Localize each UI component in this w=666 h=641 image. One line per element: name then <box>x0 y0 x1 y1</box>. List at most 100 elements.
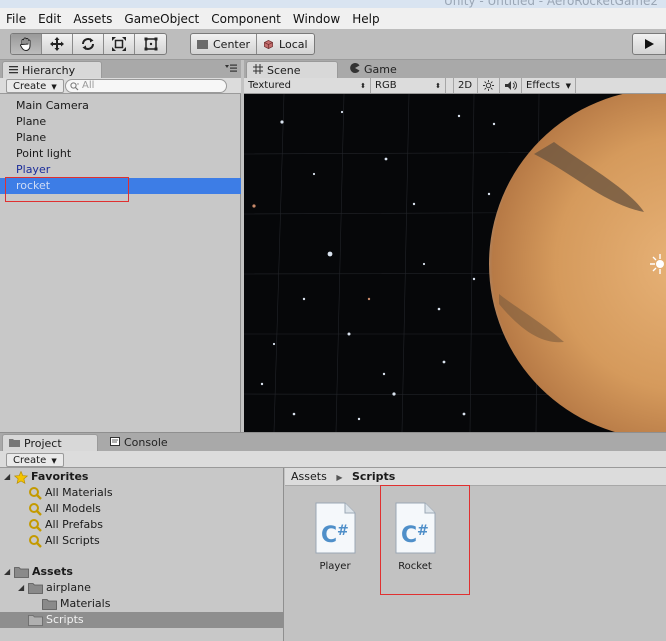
pivot-center-label: Center <box>213 37 251 51</box>
sun-icon <box>483 80 494 91</box>
updown-arrow-icon: ⬍ <box>360 81 366 90</box>
csharp-script-icon: C # <box>315 502 356 554</box>
hierarchy-create-button[interactable]: Create ▼ <box>6 79 64 93</box>
expand-arrow-icon: ◢ <box>4 567 11 576</box>
scale-icon <box>112 37 126 51</box>
hierarchy-item-plane[interactable]: Plane <box>0 114 241 130</box>
local-cube-icon <box>264 39 273 49</box>
updown-arrow-icon: ⬍ <box>435 81 441 90</box>
folder-scripts[interactable]: Scripts <box>0 612 284 628</box>
tab-game[interactable]: Game <box>344 61 403 78</box>
dropdown-arrow-icon: ▼ <box>565 81 571 90</box>
favorite-all-materials[interactable]: All Materials <box>28 485 113 501</box>
menu-edit[interactable]: Edit <box>38 12 61 26</box>
render-mode-dropdown[interactable]: RGB ⬍ <box>371 78 446 93</box>
folder-label: Materials <box>60 597 111 610</box>
hand-icon <box>20 37 31 52</box>
project-tab-bar: Project Console <box>0 433 666 451</box>
project-folder-tree: ◢ Favorites All Materials All Models All… <box>0 468 284 641</box>
svg-text:C: C <box>401 523 417 548</box>
folder-label: Scripts <box>46 613 84 626</box>
asset-label: Rocket <box>398 561 432 572</box>
breadcrumb-arrow-icon: ▶ <box>336 473 343 482</box>
transform-tools <box>10 33 167 55</box>
favorites-section[interactable]: ◢ Favorites <box>4 469 88 485</box>
toolbar-spacer <box>446 78 454 93</box>
2d-toggle-label: 2D <box>458 79 473 91</box>
menu-help[interactable]: Help <box>352 12 379 26</box>
project-panel: Project Console Create ▼ ◢ Favorites All… <box>0 432 666 641</box>
audio-toggle[interactable] <box>500 78 522 93</box>
hierarchy-search-input[interactable]: All <box>65 79 227 93</box>
tab-console[interactable]: Console <box>104 434 174 451</box>
svg-text:C: C <box>321 523 337 548</box>
grid-icon <box>253 63 263 77</box>
window-title-bar: Unity - Untitled - AeroRocketGame2 <box>0 0 666 8</box>
play-icon <box>645 39 654 49</box>
effects-dropdown[interactable]: Effects ▼ <box>522 78 576 93</box>
menu-component[interactable]: Component <box>211 12 281 26</box>
move-tool-button[interactable] <box>42 34 73 54</box>
tab-hierarchy[interactable]: Hierarchy <box>2 61 102 78</box>
speaker-icon <box>504 81 517 90</box>
hand-tool-button[interactable] <box>11 34 42 54</box>
hierarchy-item-player[interactable]: Player <box>0 162 241 178</box>
tab-game-label: Game <box>364 63 397 76</box>
menu-bar: File Edit Assets GameObject Component Wi… <box>0 8 666 29</box>
rotate-tool-button[interactable] <box>73 34 104 54</box>
pacman-icon <box>350 63 360 76</box>
favorite-all-scripts[interactable]: All Scripts <box>28 533 100 549</box>
menu-file[interactable]: File <box>6 12 26 26</box>
scale-tool-button[interactable] <box>104 34 135 54</box>
hierarchy-item-point-light[interactable]: Point light <box>0 146 241 162</box>
list-icon <box>9 64 18 77</box>
scene-tab-bar: Scene Game <box>244 60 666 78</box>
breadcrumb-scripts[interactable]: Scripts <box>352 470 395 483</box>
menu-assets[interactable]: Assets <box>73 12 112 26</box>
search-filter-icon <box>29 535 42 548</box>
asset-player-script[interactable]: C # Player <box>303 502 367 572</box>
menu-gameobject[interactable]: GameObject <box>124 12 199 26</box>
hierarchy-panel: Hierarchy Create ▼ All Main Camera Plane… <box>0 60 241 432</box>
panel-menu-icon[interactable] <box>225 64 237 77</box>
tab-console-label: Console <box>124 436 168 449</box>
project-create-button[interactable]: Create ▼ <box>6 453 64 467</box>
favorites-label: Favorites <box>31 470 89 483</box>
scene-viewport[interactable] <box>244 94 666 432</box>
tab-scene[interactable]: Scene <box>246 61 338 78</box>
assets-root-folder[interactable]: ◢ Assets <box>4 564 73 580</box>
hierarchy-toolbar: Create ▼ All <box>0 78 241 94</box>
favorite-label: All Scripts <box>45 534 100 547</box>
lighting-toggle[interactable] <box>478 78 500 93</box>
folder-icon <box>28 583 43 594</box>
menu-window[interactable]: Window <box>293 12 340 26</box>
hierarchy-item-rocket[interactable]: rocket <box>0 178 241 194</box>
rect-transform-icon <box>144 37 157 51</box>
csharp-script-icon: C # <box>395 502 436 554</box>
hierarchy-item-plane-2[interactable]: Plane <box>0 130 241 146</box>
tab-hierarchy-label: Hierarchy <box>22 63 76 77</box>
favorite-all-models[interactable]: All Models <box>28 501 101 517</box>
search-filter-icon <box>29 503 42 516</box>
asset-rocket-script[interactable]: C # Rocket <box>383 502 447 572</box>
rect-tool-button[interactable] <box>135 34 166 54</box>
shading-mode-value: Textured <box>248 79 291 91</box>
tab-project[interactable]: Project <box>2 434 98 451</box>
move-arrows-icon <box>50 37 64 51</box>
svg-text:#: # <box>337 523 349 539</box>
scene-toolbar: Textured ⬍ RGB ⬍ 2D Effects ▼ <box>244 78 666 94</box>
2d-toggle[interactable]: 2D <box>454 78 478 93</box>
pivot-center-button[interactable]: Center <box>191 34 258 54</box>
svg-text:#: # <box>417 523 429 539</box>
hierarchy-item-main-camera[interactable]: Main Camera <box>0 98 241 114</box>
folder-airplane[interactable]: ◢ airplane <box>18 580 91 596</box>
breadcrumb-assets[interactable]: Assets <box>291 470 327 483</box>
console-icon <box>110 436 120 449</box>
favorite-all-prefabs[interactable]: All Prefabs <box>28 517 103 533</box>
play-button[interactable] <box>632 33 666 55</box>
folder-materials[interactable]: Materials <box>42 596 110 612</box>
hierarchy-tab-bar: Hierarchy <box>0 60 241 78</box>
pivot-local-button[interactable]: Local <box>257 34 314 54</box>
render-mode-value: RGB <box>375 79 397 91</box>
shading-mode-dropdown[interactable]: Textured ⬍ <box>244 78 371 93</box>
